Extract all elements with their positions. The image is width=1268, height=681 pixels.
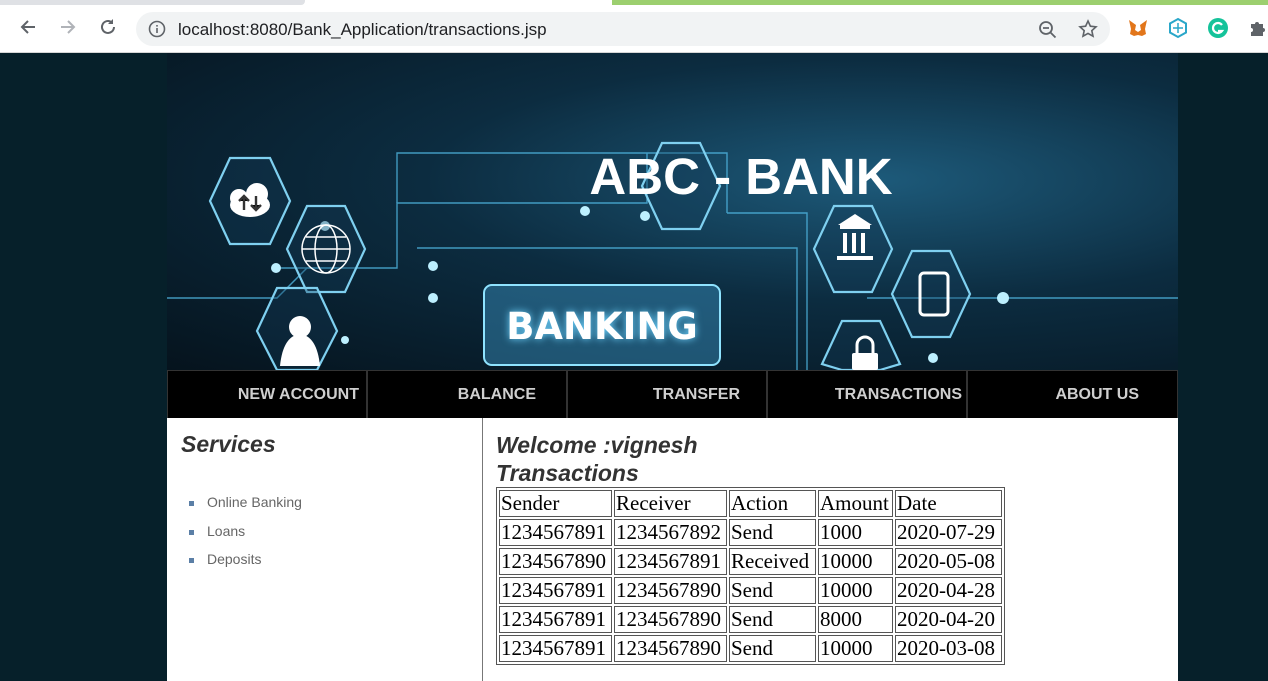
table-row: 1234567891 1234567890 Send 8000 2020-04-… bbox=[499, 606, 1002, 633]
url-text[interactable]: localhost:8080/Bank_Application/transact… bbox=[178, 20, 547, 40]
cell-date: 2020-03-08 bbox=[895, 635, 1002, 662]
cell-amount: 10000 bbox=[818, 635, 893, 662]
nav-new-account[interactable]: NEW ACCOUNT bbox=[168, 371, 368, 418]
cell-receiver: 1234567892 bbox=[614, 519, 727, 546]
cell-action: Send bbox=[729, 606, 816, 633]
address-bar[interactable]: localhost:8080/Bank_Application/transact… bbox=[136, 12, 1110, 46]
cell-date: 2020-04-20 bbox=[895, 606, 1002, 633]
welcome-text: Welcome :vignesh bbox=[496, 432, 698, 458]
cell-action: Send bbox=[729, 635, 816, 662]
cell-date: 2020-05-08 bbox=[895, 548, 1002, 575]
services-sidebar: Services Online Banking Loans Deposits bbox=[167, 418, 483, 681]
cell-sender: 1234567891 bbox=[499, 577, 612, 604]
cell-amount: 10000 bbox=[818, 577, 893, 604]
cell-action: Received bbox=[729, 548, 816, 575]
transactions-table: Sender Receiver Action Amount Date 12345… bbox=[496, 487, 1005, 665]
zoom-icon[interactable] bbox=[1038, 20, 1058, 40]
services-list: Online Banking Loans Deposits bbox=[189, 488, 302, 574]
service-label[interactable]: Online Banking bbox=[207, 494, 302, 510]
table-row: 1234567890 1234567891 Received 10000 202… bbox=[499, 548, 1002, 575]
main-panel: Welcome :vignesh Transactions Sender Rec… bbox=[496, 431, 1005, 665]
table-row: 1234567891 1234567892 Send 1000 2020-07-… bbox=[499, 519, 1002, 546]
bullet-icon bbox=[189, 501, 194, 507]
bullet-icon bbox=[189, 529, 194, 535]
site-title: ABC - BANK bbox=[589, 148, 893, 205]
transactions-heading: Transactions bbox=[496, 460, 639, 486]
cell-amount: 10000 bbox=[818, 548, 893, 575]
cell-date: 2020-04-28 bbox=[895, 577, 1002, 604]
service-link-online-banking[interactable]: Online Banking bbox=[189, 488, 302, 517]
back-icon[interactable] bbox=[16, 15, 40, 39]
cell-sender: 1234567891 bbox=[499, 635, 612, 662]
table-row: 1234567891 1234567890 Send 10000 2020-04… bbox=[499, 577, 1002, 604]
tab-strip-highlight bbox=[612, 0, 1268, 5]
reload-icon[interactable] bbox=[96, 15, 120, 39]
cell-amount: 1000 bbox=[818, 519, 893, 546]
browser-toolbar: localhost:8080/Bank_Application/transact… bbox=[0, 0, 1268, 53]
cell-receiver: 1234567890 bbox=[614, 577, 727, 604]
metamask-extension-icon[interactable] bbox=[1127, 17, 1149, 39]
services-heading: Services bbox=[181, 431, 276, 457]
header-banner: ABC - BANK BANKING bbox=[167, 53, 1178, 370]
column-header-date: Date bbox=[895, 490, 1002, 517]
cell-sender: 1234567891 bbox=[499, 519, 612, 546]
cell-amount: 8000 bbox=[818, 606, 893, 633]
info-icon[interactable] bbox=[148, 20, 166, 38]
banner-banking-text: BANKING bbox=[506, 305, 698, 348]
main-nav: NEW ACCOUNT BALANCE TRANSFER TRANSACTION… bbox=[167, 370, 1178, 419]
service-link-loans[interactable]: Loans bbox=[189, 517, 302, 546]
cell-receiver: 1234567890 bbox=[614, 606, 727, 633]
tab-strip bbox=[0, 0, 305, 5]
service-link-deposits[interactable]: Deposits bbox=[189, 545, 302, 574]
column-header-action: Action bbox=[729, 490, 816, 517]
web-page: ABC - BANK BANKING NEW ACCOUNT BALANCE T… bbox=[167, 53, 1178, 681]
cell-receiver: 1234567890 bbox=[614, 635, 727, 662]
bullet-icon bbox=[189, 558, 194, 564]
column-header-amount: Amount bbox=[818, 490, 893, 517]
cell-receiver: 1234567891 bbox=[614, 548, 727, 575]
cell-sender: 1234567891 bbox=[499, 606, 612, 633]
nav-balance[interactable]: BALANCE bbox=[368, 371, 568, 418]
table-row: 1234567891 1234567890 Send 10000 2020-03… bbox=[499, 635, 1002, 662]
grammarly-icon[interactable] bbox=[1207, 17, 1229, 39]
cell-date: 2020-07-29 bbox=[895, 519, 1002, 546]
content-area: Services Online Banking Loans Deposits W… bbox=[167, 418, 1178, 681]
extensions-puzzle-icon[interactable] bbox=[1247, 17, 1268, 39]
cell-action: Send bbox=[729, 519, 816, 546]
extension-icon-blue[interactable] bbox=[1167, 17, 1189, 39]
column-header-receiver: Receiver bbox=[614, 490, 727, 517]
table-header-row: Sender Receiver Action Amount Date bbox=[499, 490, 1002, 517]
service-label[interactable]: Deposits bbox=[207, 551, 261, 567]
nav-transfer[interactable]: TRANSFER bbox=[568, 371, 768, 418]
nav-transactions[interactable]: TRANSACTIONS bbox=[768, 371, 968, 418]
service-label[interactable]: Loans bbox=[207, 523, 245, 539]
nav-about-us[interactable]: ABOUT US bbox=[968, 371, 1175, 418]
forward-icon[interactable] bbox=[56, 15, 80, 39]
cell-action: Send bbox=[729, 577, 816, 604]
bookmark-star-icon[interactable] bbox=[1078, 19, 1098, 39]
cell-sender: 1234567890 bbox=[499, 548, 612, 575]
column-header-sender: Sender bbox=[499, 490, 612, 517]
